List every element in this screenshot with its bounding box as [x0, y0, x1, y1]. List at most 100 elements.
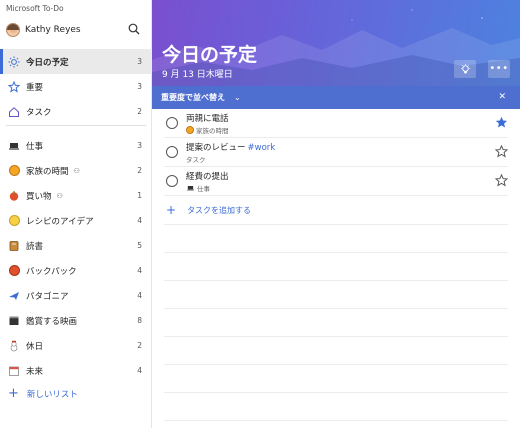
smiley-icon — [186, 126, 194, 134]
sidebar-item-label: 鑑賞する映画 — [26, 316, 78, 327]
main-panel: 今日の予定 9 月 13 日木曜日 ••• 重要度で並べ替え ⌄ ✕ 両親に電話… — [152, 0, 520, 428]
sidebar-item-label: パタゴニア — [26, 291, 69, 302]
home-icon — [8, 106, 20, 118]
user-account-button[interactable]: Kathy Reyes — [6, 20, 146, 40]
sidebar-item-count: 2 — [137, 107, 142, 116]
task-row[interactable]: 両親に電話 家族の時間 — [164, 109, 508, 138]
task-list-name: 仕事 — [186, 183, 210, 193]
sidebar-item-count: 3 — [137, 57, 142, 66]
sidebar-item-label: 今日の予定 — [26, 57, 69, 68]
custom-lists: 仕事 3 家族の時間 ⚇ 2 買い物 ⚇ 1 レシピのアイデア 4 読書 5 バ… — [0, 133, 152, 383]
empty-row — [164, 281, 508, 309]
sidebar-item-count: 5 — [137, 241, 142, 250]
book-icon — [8, 240, 20, 252]
lightbulb-icon — [460, 63, 470, 73]
user-name: Kathy Reyes — [25, 25, 81, 35]
new-list-button[interactable]: + 新しいリスト — [8, 386, 78, 401]
plus-icon: + — [8, 386, 19, 401]
sidebar-item-count: 4 — [137, 266, 142, 275]
empty-row — [164, 393, 508, 421]
plus-icon: + — [166, 203, 177, 217]
header-banner: 今日の予定 9 月 13 日木曜日 ••• — [152, 0, 520, 86]
app-title: Microsoft To-Do — [6, 4, 64, 13]
sort-bar: 重要度で並べ替え ⌄ ✕ — [152, 86, 520, 109]
sidebar-item-recipe-ideas[interactable]: レシピのアイデア 4 — [0, 208, 152, 233]
sidebar-item-count: 8 — [137, 316, 142, 325]
laptop-icon — [187, 186, 194, 191]
more-options-button[interactable]: ••• — [488, 60, 510, 78]
task-title: 両親に電話 — [186, 114, 229, 124]
sidebar-item-count: 1 — [137, 191, 142, 200]
new-list-label: 新しいリスト — [26, 390, 78, 400]
chevron-down-icon[interactable]: ⌄ — [234, 93, 241, 102]
empty-row — [164, 225, 508, 253]
sun-icon — [8, 56, 20, 68]
page-title: 今日の予定 — [162, 44, 258, 66]
sidebar-item-label: バックパック — [26, 266, 77, 277]
sidebar-item-label: レシピのアイデア — [26, 216, 94, 227]
sidebar-divider — [6, 125, 146, 126]
backpack-icon — [8, 265, 20, 277]
sidebar-item-movies[interactable]: 鑑賞する映画 8 — [0, 308, 152, 333]
star-icon[interactable] — [495, 174, 508, 187]
sort-label[interactable]: 重要度で並べ替え — [161, 92, 225, 103]
sidebar-item-count: 4 — [137, 366, 142, 375]
search-icon[interactable] — [128, 23, 140, 35]
film-icon — [8, 315, 20, 327]
shared-users-icon: ⚇ — [73, 166, 80, 175]
task-list-name: 家族の時間 — [186, 125, 229, 135]
sidebar-item-family-time[interactable]: 家族の時間 ⚇ 2 — [0, 158, 152, 183]
sidebar-item-shopping[interactable]: 買い物 ⚇ 1 — [0, 183, 152, 208]
sidebar-item-work[interactable]: 仕事 3 — [0, 133, 152, 158]
empty-row — [164, 253, 508, 281]
sidebar-item-count: 4 — [137, 291, 142, 300]
suggestions-button[interactable] — [454, 60, 476, 78]
add-task-button[interactable]: + タスクを追加する — [164, 196, 508, 225]
task-complete-checkbox[interactable] — [166, 117, 178, 129]
task-list: 両親に電話 家族の時間 提案のレビュー #work タスク 経費の提出 仕事 + … — [164, 109, 508, 428]
close-sort-button[interactable]: ✕ — [498, 92, 506, 102]
sidebar-item-label: 仕事 — [26, 141, 44, 152]
sidebar-item-label: タスク — [26, 107, 52, 118]
plane-icon — [8, 290, 20, 302]
sidebar-item-label: 休日 — [26, 341, 44, 352]
task-complete-checkbox[interactable] — [166, 146, 178, 158]
task-title: 経費の提出 — [186, 172, 229, 182]
sidebar-item-holiday[interactable]: 休日 2 — [0, 333, 152, 358]
sidebar-item-today[interactable]: 今日の予定 3 — [0, 49, 152, 74]
sidebar-item-tasks[interactable]: タスク 2 — [0, 99, 152, 124]
task-row[interactable]: 提案のレビュー #work タスク — [164, 138, 508, 167]
sidebar-item-label: 未来 — [26, 366, 44, 377]
task-complete-checkbox[interactable] — [166, 175, 178, 187]
empty-row — [164, 309, 508, 337]
star-filled-icon[interactable] — [495, 116, 508, 129]
sidebar-item-label: 買い物 — [26, 191, 52, 202]
sidebar-item-label: 家族の時間 — [26, 166, 69, 177]
task-list-name: タスク — [186, 156, 206, 164]
smart-lists: 今日の予定 3 重要 3 タスク 2 — [0, 49, 152, 124]
page-date: 9 月 13 日木曜日 — [162, 70, 233, 80]
empty-row — [164, 337, 508, 365]
sidebar-item-future[interactable]: 未来 4 — [0, 358, 152, 383]
sidebar-item-patagonia[interactable]: パタゴニア 4 — [0, 283, 152, 308]
recipe-icon — [8, 215, 20, 227]
task-row[interactable]: 経費の提出 仕事 — [164, 167, 508, 196]
sidebar-item-count: 3 — [137, 141, 142, 150]
snowman-icon — [8, 340, 20, 352]
sidebar: Microsoft To-Do Kathy Reyes 今日の予定 3 重要 3 — [0, 0, 152, 428]
smiley-icon — [8, 165, 20, 177]
sidebar-item-count: 4 — [137, 216, 142, 225]
sidebar-item-backpack[interactable]: バックパック 4 — [0, 258, 152, 283]
task-tag: #work — [247, 143, 276, 153]
sidebar-item-count: 3 — [137, 82, 142, 91]
sidebar-item-important[interactable]: 重要 3 — [0, 74, 152, 99]
sidebar-item-reading[interactable]: 読書 5 — [0, 233, 152, 258]
empty-row — [164, 365, 508, 393]
star-icon — [8, 80, 20, 93]
star-icon[interactable] — [495, 145, 508, 158]
more-icon: ••• — [489, 63, 509, 74]
calendar-icon — [8, 365, 20, 377]
sidebar-item-label: 重要 — [26, 82, 44, 93]
sidebar-item-count: 2 — [137, 166, 142, 175]
add-task-label: タスクを追加する — [187, 205, 252, 215]
